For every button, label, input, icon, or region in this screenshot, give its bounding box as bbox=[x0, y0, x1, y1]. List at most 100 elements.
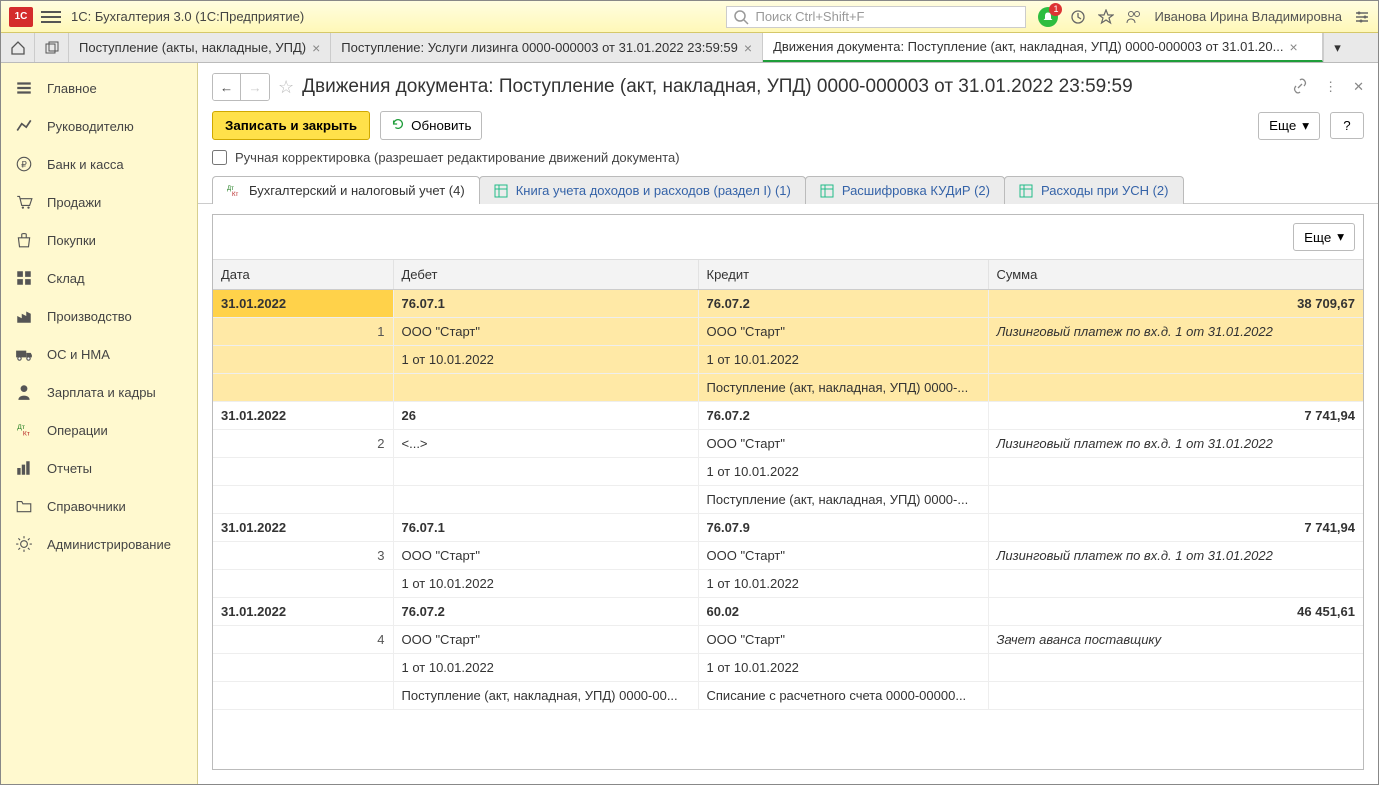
forward-button[interactable]: → bbox=[241, 74, 269, 100]
folder-icon bbox=[15, 497, 33, 515]
navigation-sidebar: Главное Руководителю ₽ Банк и касса Прода… bbox=[1, 63, 198, 784]
app-title: 1С: Бухгалтерия 3.0 (1С:Предприятие) bbox=[71, 9, 304, 24]
sidebar-item-label: Администрирование bbox=[47, 537, 171, 552]
sidebar-item-catalogs[interactable]: Справочники bbox=[1, 487, 197, 525]
back-button[interactable]: ← bbox=[213, 74, 241, 100]
subtab-kudir-section1[interactable]: Книга учета доходов и расходов (раздел I… bbox=[479, 176, 806, 204]
tabs-overflow-button[interactable]: ▾ bbox=[1323, 33, 1351, 62]
close-icon[interactable]: × bbox=[1289, 39, 1297, 55]
close-icon[interactable]: × bbox=[744, 40, 752, 56]
history-icon[interactable] bbox=[1070, 9, 1086, 25]
global-search-input[interactable]: Поиск Ctrl+Shift+F bbox=[726, 6, 1026, 28]
more-button[interactable]: Еще ▾ bbox=[1258, 112, 1320, 140]
page-title: Движения документа: Поступление (акт, на… bbox=[302, 76, 1284, 98]
sidebar-item-manager[interactable]: Руководителю bbox=[1, 107, 197, 145]
sidebar-item-label: Зарплата и кадры bbox=[47, 385, 156, 400]
settings-icon[interactable] bbox=[1354, 9, 1370, 25]
col-sum[interactable]: Сумма bbox=[988, 260, 1363, 290]
favorite-icon[interactable] bbox=[1098, 9, 1114, 25]
subtab-usn-expenses[interactable]: Расходы при УСН (2) bbox=[1004, 176, 1184, 204]
bars-icon bbox=[15, 459, 33, 477]
sidebar-item-operations[interactable]: ДтКтОперации bbox=[1, 411, 197, 449]
users-icon[interactable] bbox=[1126, 9, 1142, 25]
table-row[interactable]: 31.01.202276.07.176.07.238 709,67 bbox=[213, 290, 1363, 318]
refresh-button[interactable]: Обновить bbox=[380, 111, 482, 140]
table-row[interactable]: Поступление (акт, накладная, УПД) 0000-.… bbox=[213, 486, 1363, 514]
subtab-accounting[interactable]: ДтКт Бухгалтерский и налоговый учет (4) bbox=[212, 176, 480, 204]
table-row[interactable]: 1ООО "Старт"ООО "Старт"Лизинговый платеж… bbox=[213, 318, 1363, 346]
grid-more-button[interactable]: Еще ▾ bbox=[1293, 223, 1355, 251]
sidebar-item-bank[interactable]: ₽ Банк и касса bbox=[1, 145, 197, 183]
sidebar-item-assets[interactable]: ОС и НМА bbox=[1, 335, 197, 373]
subtab-label: Расшифровка КУДиР (2) bbox=[842, 183, 990, 198]
sidebar-item-label: Руководителю bbox=[47, 119, 134, 134]
page-header: ← → ☆ Движения документа: Поступление (а… bbox=[198, 63, 1378, 107]
table-row[interactable]: 31.01.202276.07.260.0246 451,61 bbox=[213, 598, 1363, 626]
more-menu-icon[interactable]: ⋮ bbox=[1324, 79, 1337, 95]
ruble-icon: ₽ bbox=[15, 155, 33, 173]
table-row[interactable]: Поступление (акт, накладная, УПД) 0000-.… bbox=[213, 374, 1363, 402]
close-page-icon[interactable]: ✕ bbox=[1353, 79, 1364, 95]
table-row[interactable]: 1 от 10.01.20221 от 10.01.2022 bbox=[213, 654, 1363, 682]
table-row[interactable]: Поступление (акт, накладная, УПД) 0000-0… bbox=[213, 682, 1363, 710]
sidebar-item-label: Покупки bbox=[47, 233, 96, 248]
sidebar-item-label: ОС и НМА bbox=[47, 347, 110, 362]
sidebar-item-purchases[interactable]: Покупки bbox=[1, 221, 197, 259]
tab-receipts-list[interactable]: Поступление (акты, накладные, УПД) × bbox=[69, 33, 331, 62]
close-icon[interactable]: × bbox=[312, 40, 320, 56]
manual-edit-label: Ручная корректировка (разрешает редактир… bbox=[235, 150, 680, 165]
sidebar-item-salary[interactable]: Зарплата и кадры bbox=[1, 373, 197, 411]
boxes-icon bbox=[15, 269, 33, 287]
svg-text:Кт: Кт bbox=[232, 192, 238, 198]
sidebar-item-main[interactable]: Главное bbox=[1, 69, 197, 107]
refresh-label: Обновить bbox=[411, 118, 471, 133]
help-button[interactable]: ? bbox=[1330, 112, 1364, 139]
table-row[interactable]: 4ООО "Старт"ООО "Старт"Зачет аванса пост… bbox=[213, 626, 1363, 654]
records-grid[interactable]: Дата Дебет Кредит Сумма 31.01.202276.07.… bbox=[213, 260, 1363, 769]
col-debit[interactable]: Дебет bbox=[393, 260, 698, 290]
more-label: Еще bbox=[1304, 230, 1331, 245]
notifications-badge: 1 bbox=[1049, 3, 1062, 16]
table-row[interactable]: 31.01.20222676.07.27 741,94 bbox=[213, 402, 1363, 430]
favorite-toggle[interactable]: ☆ bbox=[278, 77, 294, 98]
refresh-icon bbox=[391, 117, 405, 134]
subtab-label: Расходы при УСН (2) bbox=[1041, 183, 1169, 198]
table-row[interactable]: 3ООО "Старт"ООО "Старт"Лизинговый платеж… bbox=[213, 542, 1363, 570]
sidebar-item-label: Производство bbox=[47, 309, 132, 324]
table-row[interactable]: 2<...>ООО "Старт"Лизинговый платеж по вх… bbox=[213, 430, 1363, 458]
table-row[interactable]: 1 от 10.01.2022 bbox=[213, 458, 1363, 486]
main-menu-button[interactable] bbox=[41, 8, 61, 26]
user-name[interactable]: Иванова Ирина Владимировна bbox=[1154, 9, 1342, 24]
windows-button[interactable] bbox=[35, 33, 69, 62]
nav-history: ← → bbox=[212, 73, 270, 101]
col-date[interactable]: Дата bbox=[213, 260, 393, 290]
search-icon bbox=[733, 9, 749, 25]
sidebar-item-label: Банк и касса bbox=[47, 157, 124, 172]
sidebar-item-admin[interactable]: Администрирование bbox=[1, 525, 197, 563]
sidebar-item-reports[interactable]: Отчеты bbox=[1, 449, 197, 487]
sidebar-item-production[interactable]: Производство bbox=[1, 297, 197, 335]
home-button[interactable] bbox=[1, 33, 35, 62]
manual-edit-checkbox[interactable] bbox=[212, 150, 227, 165]
sidebar-item-label: Справочники bbox=[47, 499, 126, 514]
window-tabs-bar: Поступление (акты, накладные, УПД) × Пос… bbox=[1, 33, 1378, 63]
tab-document-movements[interactable]: Движения документа: Поступление (акт, на… bbox=[763, 33, 1323, 62]
subtab-kudir-detail[interactable]: Расшифровка КУДиР (2) bbox=[805, 176, 1005, 204]
truck-icon bbox=[15, 345, 33, 363]
subtab-label: Книга учета доходов и расходов (раздел I… bbox=[516, 183, 791, 198]
col-credit[interactable]: Кредит bbox=[698, 260, 988, 290]
title-bar: 1C 1С: Бухгалтерия 3.0 (1С:Предприятие) … bbox=[1, 1, 1378, 33]
notifications-button[interactable]: 1 bbox=[1038, 7, 1058, 27]
table-row[interactable]: 1 от 10.01.20221 от 10.01.2022 bbox=[213, 346, 1363, 374]
subtab-label: Бухгалтерский и налоговый учет (4) bbox=[249, 183, 465, 198]
records-grid-panel: Еще ▾ Дата Дебет Кредит Сумма 31.01.2022… bbox=[212, 214, 1364, 770]
table-icon bbox=[1019, 184, 1033, 198]
table-row[interactable]: 31.01.202276.07.176.07.97 741,94 bbox=[213, 514, 1363, 542]
sidebar-item-warehouse[interactable]: Склад bbox=[1, 259, 197, 297]
save-close-button[interactable]: Записать и закрыть bbox=[212, 111, 370, 140]
register-tabs: ДтКт Бухгалтерский и налоговый учет (4) … bbox=[198, 175, 1378, 204]
tab-receipt-document[interactable]: Поступление: Услуги лизинга 0000-000003 … bbox=[331, 33, 763, 62]
link-icon[interactable] bbox=[1292, 78, 1308, 97]
sidebar-item-sales[interactable]: Продажи bbox=[1, 183, 197, 221]
table-row[interactable]: 1 от 10.01.20221 от 10.01.2022 bbox=[213, 570, 1363, 598]
